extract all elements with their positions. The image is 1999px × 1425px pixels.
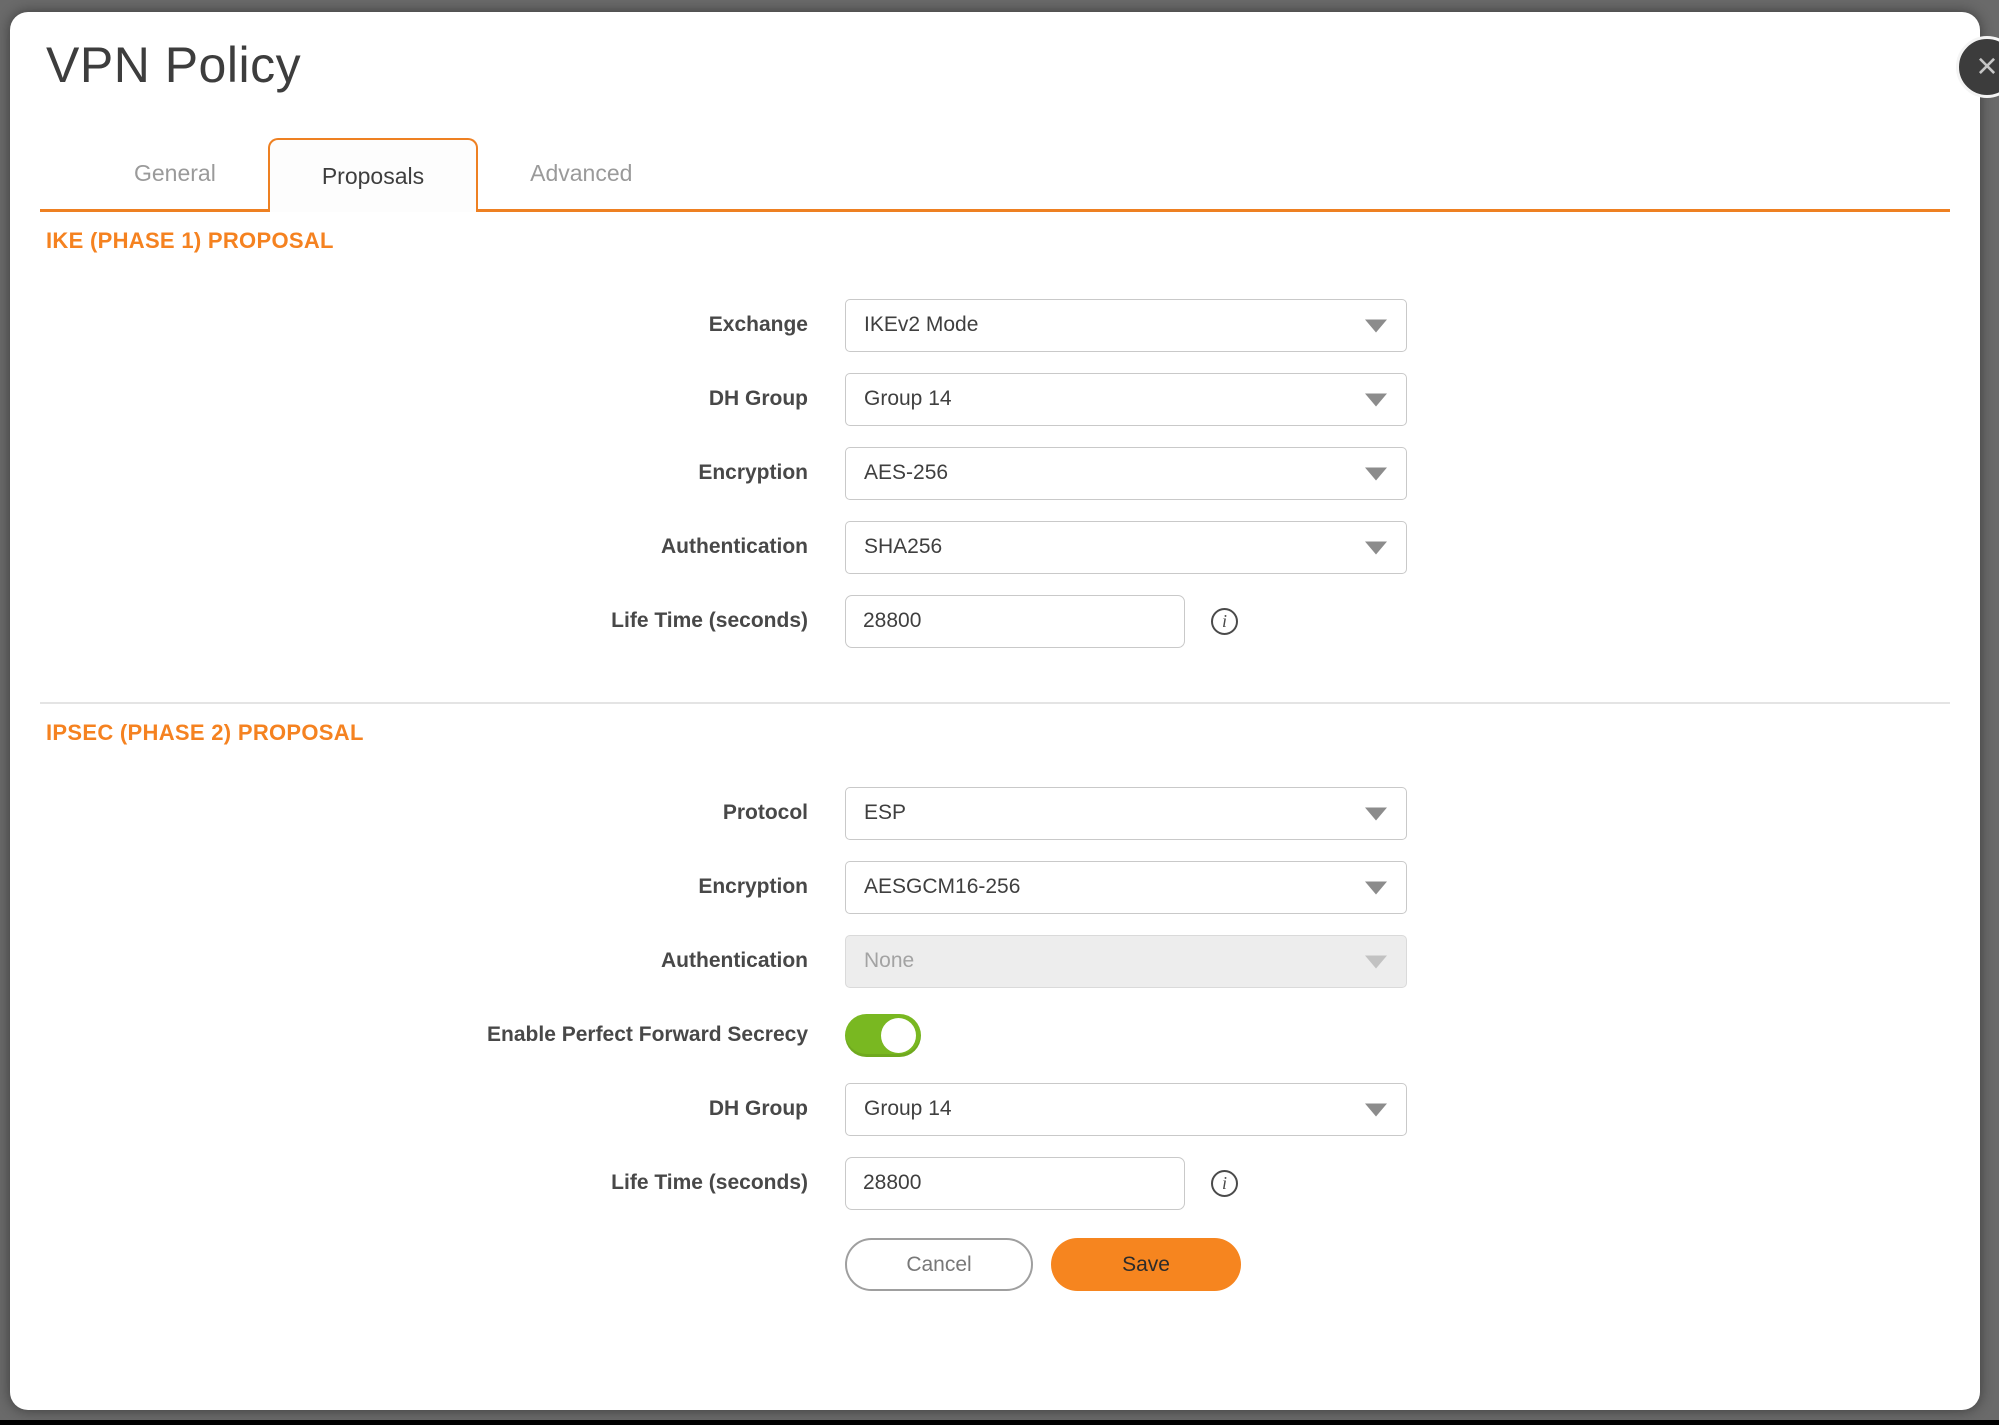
chevron-down-icon [1365, 1104, 1387, 1117]
tab-advanced[interactable]: Advanced [478, 138, 684, 209]
tab-general[interactable]: General [82, 138, 268, 209]
ike-dh-group-value: Group 14 [864, 387, 952, 411]
exchange-value: IKEv2 Mode [864, 313, 978, 337]
chevron-down-icon [1365, 882, 1387, 895]
close-button[interactable]: × [1956, 36, 1999, 98]
ipsec-encryption-row: Encryption AESGCM16-256 [40, 850, 1950, 924]
protocol-value: ESP [864, 801, 906, 825]
ipsec-form: Protocol ESP Encryption AESGCM16-256 Aut… [40, 776, 1950, 1220]
ipsec-section-heading: IPSEC (PHASE 2) PROPOSAL [46, 720, 1950, 746]
info-icon[interactable]: i [1211, 1170, 1238, 1197]
ipsec-dh-group-select[interactable]: Group 14 [845, 1083, 1407, 1136]
ipsec-life-time-label: Life Time (seconds) [40, 1171, 808, 1195]
info-icon[interactable]: i [1211, 608, 1238, 635]
ipsec-dh-group-label: DH Group [40, 1097, 808, 1121]
ike-dh-group-select[interactable]: Group 14 [845, 373, 1407, 426]
ike-section-heading: IKE (PHASE 1) PROPOSAL [46, 228, 1950, 254]
ike-dh-group-label: DH Group [40, 387, 808, 411]
cancel-button[interactable]: Cancel [845, 1238, 1033, 1291]
ipsec-life-time-row: Life Time (seconds) i [40, 1146, 1950, 1220]
ike-form: Exchange IKEv2 Mode DH Group Group 14 En… [40, 288, 1950, 658]
section-divider [40, 702, 1950, 704]
ike-authentication-value: SHA256 [864, 535, 942, 559]
ipsec-encryption-value: AESGCM16-256 [864, 875, 1020, 899]
ike-dh-group-row: DH Group Group 14 [40, 362, 1950, 436]
tab-bar: General Proposals Advanced [40, 138, 1950, 212]
ike-authentication-label: Authentication [40, 535, 808, 559]
dialog-footer: Cancel Save [845, 1238, 1950, 1291]
ipsec-dh-group-row: DH Group Group 14 [40, 1072, 1950, 1146]
ipsec-life-time-input[interactable] [845, 1157, 1185, 1210]
exchange-select[interactable]: IKEv2 Mode [845, 299, 1407, 352]
info-icon-glyph: i [1222, 611, 1227, 632]
ipsec-authentication-row: Authentication None [40, 924, 1950, 998]
ike-authentication-row: Authentication SHA256 [40, 510, 1950, 584]
info-icon-glyph: i [1222, 1173, 1227, 1194]
ipsec-dh-group-value: Group 14 [864, 1097, 952, 1121]
ipsec-authentication-select: None [845, 935, 1407, 988]
pfs-label: Enable Perfect Forward Secrecy [40, 1023, 808, 1047]
toggle-knob-icon [881, 1018, 916, 1053]
chevron-down-icon [1365, 468, 1387, 481]
chevron-down-icon [1365, 956, 1387, 969]
ike-life-time-row: Life Time (seconds) i [40, 584, 1950, 658]
ike-life-time-input[interactable] [845, 595, 1185, 648]
ike-authentication-select[interactable]: SHA256 [845, 521, 1407, 574]
ipsec-encryption-label: Encryption [40, 875, 808, 899]
protocol-row: Protocol ESP [40, 776, 1950, 850]
ike-encryption-value: AES-256 [864, 461, 948, 485]
chevron-down-icon [1365, 542, 1387, 555]
tab-proposals[interactable]: Proposals [268, 138, 478, 212]
protocol-select[interactable]: ESP [845, 787, 1407, 840]
ipsec-authentication-value: None [864, 949, 914, 973]
protocol-label: Protocol [40, 801, 808, 825]
exchange-row: Exchange IKEv2 Mode [40, 288, 1950, 362]
chevron-down-icon [1365, 320, 1387, 333]
close-icon: × [1976, 48, 1997, 84]
chevron-down-icon [1365, 808, 1387, 821]
page-title: VPN Policy [46, 36, 1950, 94]
exchange-label: Exchange [40, 313, 808, 337]
ipsec-authentication-label: Authentication [40, 949, 808, 973]
ike-encryption-select[interactable]: AES-256 [845, 447, 1407, 500]
chevron-down-icon [1365, 394, 1387, 407]
pfs-row: Enable Perfect Forward Secrecy [40, 998, 1950, 1072]
pfs-toggle[interactable] [845, 1014, 921, 1057]
ipsec-encryption-select[interactable]: AESGCM16-256 [845, 861, 1407, 914]
save-button[interactable]: Save [1051, 1238, 1241, 1291]
ike-life-time-label: Life Time (seconds) [40, 609, 808, 633]
ike-encryption-label: Encryption [40, 461, 808, 485]
ike-encryption-row: Encryption AES-256 [40, 436, 1950, 510]
vpn-policy-dialog: × VPN Policy General Proposals Advanced … [10, 12, 1980, 1410]
